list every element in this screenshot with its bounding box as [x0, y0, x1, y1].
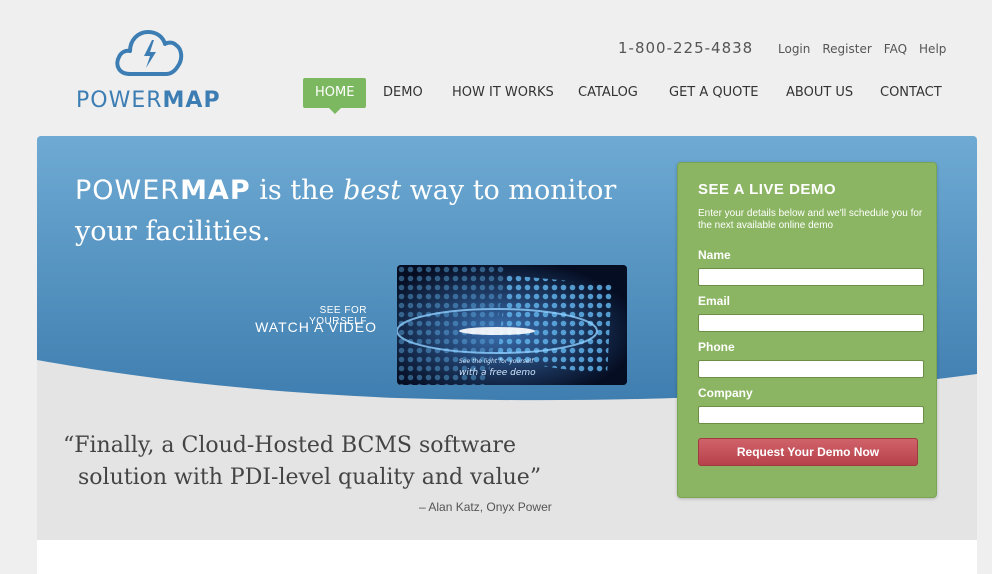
name-field[interactable] [698, 268, 924, 286]
demo-form-subtitle: Enter your details below and we'll sched… [698, 208, 923, 231]
powermap-logo[interactable]: POWERMAP [76, 26, 246, 116]
nav-about-us[interactable]: ABOUT US [786, 78, 853, 108]
logo-wordmark: POWERMAP [76, 88, 221, 113]
quote-line-1: “Finally, a Cloud-Hosted BCMS software [63, 433, 516, 458]
phone-number: 1-800-225-4838 [618, 39, 754, 57]
request-demo-button[interactable]: Request Your Demo Now [698, 438, 918, 466]
video-caption-1: See the light for yourself [459, 358, 534, 365]
video-thumbnail-art: See the light for yourself with a free d… [397, 265, 627, 385]
register-link[interactable]: Register [822, 42, 871, 56]
testimonial-attribution: – Alan Katz, Onyx Power [419, 500, 552, 514]
nav-home[interactable]: HOME [303, 78, 367, 114]
company-field[interactable] [698, 406, 924, 424]
faq-link[interactable]: FAQ [884, 42, 907, 56]
live-demo-form: SEE A LIVE DEMO Enter your details below… [677, 162, 937, 498]
email-label: Email [698, 294, 731, 308]
email-field[interactable] [698, 314, 924, 332]
quote-line-2: solution with PDI-level quality and valu… [78, 465, 542, 490]
name-label: Name [698, 248, 731, 262]
nav-how-it-works[interactable]: HOW IT WORKS [452, 78, 554, 108]
watch-video-link[interactable]: WATCH A VIDEO [237, 319, 377, 335]
nav-get-a-quote[interactable]: GET A QUOTE [669, 78, 759, 108]
nav-demo[interactable]: DEMO [383, 78, 423, 108]
content-area [37, 540, 977, 574]
hero-headline: POWERMAP is the best way to monitor your… [75, 175, 617, 247]
nav-catalog[interactable]: CATALOG [578, 78, 638, 108]
video-thumbnail[interactable]: See the light for yourself with a free d… [397, 265, 627, 385]
video-caption-2: with a free demo [459, 368, 536, 378]
cloud-lightning-icon [115, 30, 184, 76]
demo-form-title: SEE A LIVE DEMO [698, 181, 837, 198]
nav-contact[interactable]: CONTACT [880, 78, 942, 108]
phone-field[interactable] [698, 360, 924, 378]
testimonial-quote: “Finally, a Cloud-Hosted BCMS software s… [63, 430, 623, 494]
company-label: Company [698, 386, 753, 400]
utility-links: Login Register FAQ Help [778, 42, 958, 56]
login-link[interactable]: Login [778, 42, 810, 56]
phone-label: Phone [698, 340, 735, 354]
help-link[interactable]: Help [919, 42, 946, 56]
